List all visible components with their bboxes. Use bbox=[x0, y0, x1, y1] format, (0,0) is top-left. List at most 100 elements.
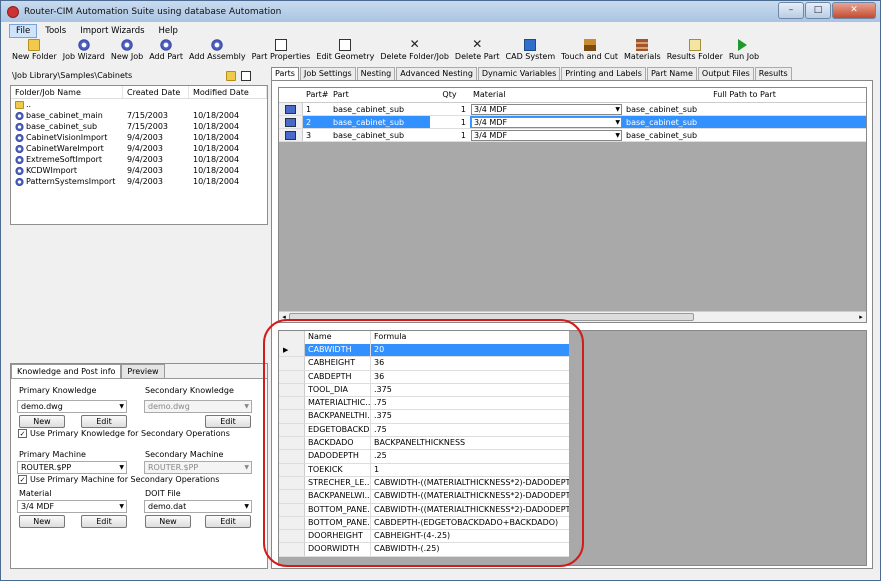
formula-cell[interactable]: CABHEIGHT-(4-.25) bbox=[371, 530, 569, 542]
qty-cell[interactable]: 1 bbox=[430, 116, 470, 128]
tab-output-files[interactable]: Output Files bbox=[697, 67, 754, 80]
job-wizard-button[interactable]: Job Wizard bbox=[60, 39, 108, 61]
variable-name-cell[interactable]: BACKPANELTHI... bbox=[305, 410, 371, 423]
material-select[interactable]: 3/4 MDF bbox=[471, 104, 622, 115]
add-part-button[interactable]: Add Part bbox=[146, 39, 186, 61]
table-row[interactable]: CABHEIGHT 36 bbox=[279, 357, 569, 371]
maximize-button[interactable]: □ bbox=[805, 2, 831, 19]
tab-knowledge-post-info[interactable]: Knowledge and Post info bbox=[11, 364, 122, 378]
column-qty[interactable]: Qty bbox=[430, 88, 470, 102]
scroll-left-icon[interactable]: ◂ bbox=[279, 312, 289, 322]
use-primary-knowledge-checkbox[interactable]: ✓ Use Primary Knowledge for Secondary Ope… bbox=[18, 429, 230, 438]
new-job-button[interactable]: New Job bbox=[108, 39, 146, 61]
table-row[interactable]: BACKPANELTHI... .375 bbox=[279, 410, 569, 424]
scroll-right-icon[interactable]: ▸ bbox=[856, 312, 866, 322]
add-assembly-button[interactable]: Add Assembly bbox=[186, 39, 249, 61]
table-row[interactable]: STRECHER_LE... CABWIDTH-((MATERIALTHICKNE… bbox=[279, 476, 569, 491]
column-modified-date[interactable]: Modified Date bbox=[189, 86, 267, 98]
variable-name-cell[interactable]: BOTTOM_PANE... bbox=[305, 516, 371, 530]
scroll-thumb[interactable] bbox=[289, 313, 694, 321]
variable-name-cell[interactable]: CABHEIGHT bbox=[305, 357, 371, 370]
table-row[interactable]: DOORWIDTH CABWIDTH-(.25) bbox=[279, 543, 569, 557]
formula-cell[interactable]: 20 bbox=[371, 344, 569, 357]
row-indicator[interactable] bbox=[279, 516, 305, 530]
list-item[interactable]: base_cabinet_main 7/15/2003 10/18/2004 bbox=[11, 110, 267, 121]
formula-cell[interactable]: .375 bbox=[371, 384, 569, 396]
list-item[interactable]: ExtremeSoftImport 9/4/2003 10/18/2004 bbox=[11, 154, 267, 165]
variable-name-cell[interactable]: CABDEPTH bbox=[305, 370, 371, 383]
column-name[interactable]: Name bbox=[305, 331, 371, 344]
variable-name-cell[interactable]: BACKPANELWI... bbox=[305, 490, 371, 503]
list-item[interactable]: CabinetVisionImport 9/4/2003 10/18/2004 bbox=[11, 132, 267, 143]
table-row[interactable]: TOOL_DIA .375 bbox=[279, 383, 569, 398]
tab-preview[interactable]: Preview bbox=[121, 364, 165, 378]
variable-name-cell[interactable]: CABWIDTH bbox=[305, 344, 371, 357]
materials-button[interactable]: Materials bbox=[621, 39, 664, 61]
variable-name-cell[interactable]: TOEKICK bbox=[305, 463, 371, 476]
table-row[interactable]: MATERIALTHIC... .75 bbox=[279, 397, 569, 411]
table-row[interactable]: BACKPANELWI... CABWIDTH-((MATERIALTHICKNE… bbox=[279, 490, 569, 504]
new-knowledge-button[interactable]: New bbox=[19, 415, 65, 428]
variable-name-cell[interactable]: BOTTOM_PANE... bbox=[305, 503, 371, 516]
edit-secondary-knowledge-button[interactable]: Edit bbox=[205, 415, 251, 428]
row-indicator[interactable] bbox=[279, 437, 305, 450]
tab-nesting[interactable]: Nesting bbox=[356, 67, 396, 80]
column-folder-job-name[interactable]: Folder/Job Name bbox=[11, 86, 123, 98]
menu-import-wizards[interactable]: Import Wizards bbox=[74, 25, 150, 37]
formula-cell[interactable]: BACKPANELTHICKNESS bbox=[371, 437, 569, 449]
edit-knowledge-button[interactable]: Edit bbox=[81, 415, 127, 428]
variable-name-cell[interactable]: DOORWIDTH bbox=[305, 543, 371, 556]
new-doit-button[interactable]: New bbox=[145, 515, 191, 528]
row-indicator[interactable] bbox=[279, 423, 305, 437]
row-indicator[interactable] bbox=[279, 410, 305, 423]
table-row[interactable]: BOTTOM_PANE... CABDEPTH-(EDGETOBACKDADO+B… bbox=[279, 516, 569, 531]
tab-job-settings[interactable]: Job Settings bbox=[299, 67, 356, 80]
edit-doit-button[interactable]: Edit bbox=[205, 515, 251, 528]
row-indicator[interactable] bbox=[279, 450, 305, 463]
variable-name-cell[interactable]: DOORHEIGHT bbox=[305, 530, 371, 543]
formula-cell[interactable]: 36 bbox=[371, 371, 569, 383]
table-row[interactable]: DOORHEIGHT CABHEIGHT-(4-.25) bbox=[279, 530, 569, 544]
row-indicator[interactable] bbox=[279, 357, 305, 370]
refresh-icon[interactable] bbox=[241, 71, 251, 81]
column-created-date[interactable]: Created Date bbox=[123, 86, 189, 98]
formula-cell[interactable]: .25 bbox=[371, 450, 569, 462]
row-indicator[interactable] bbox=[279, 383, 305, 397]
column-material[interactable]: Material bbox=[470, 88, 623, 102]
menu-file[interactable]: File bbox=[9, 23, 38, 38]
formula-cell[interactable]: 1 bbox=[371, 464, 569, 476]
menu-tools[interactable]: Tools bbox=[39, 25, 72, 37]
row-indicator[interactable] bbox=[279, 530, 305, 543]
qty-cell[interactable]: 1 bbox=[430, 129, 470, 141]
menu-help[interactable]: Help bbox=[153, 25, 184, 37]
delete-folder-job-button[interactable]: ✕ Delete Folder/Job bbox=[377, 38, 452, 61]
tab-dynamic-variables[interactable]: Dynamic Variables bbox=[477, 67, 561, 80]
variable-name-cell[interactable]: MATERIALTHIC... bbox=[305, 397, 371, 410]
table-row[interactable]: BOTTOM_PANE... CABWIDTH-((MATERIALTHICKNE… bbox=[279, 503, 569, 517]
table-row[interactable]: EDGETOBACKD... .75 bbox=[279, 423, 569, 438]
formula-cell[interactable]: .375 bbox=[371, 410, 569, 422]
table-row[interactable]: CABDEPTH 36 bbox=[279, 370, 569, 384]
material-select[interactable]: 3/4 MDF bbox=[17, 500, 127, 513]
variable-name-cell[interactable]: EDGETOBACKD... bbox=[305, 423, 371, 437]
tab-results[interactable]: Results bbox=[754, 67, 792, 80]
row-indicator[interactable] bbox=[279, 476, 305, 490]
row-indicator[interactable] bbox=[279, 503, 305, 516]
run-job-button[interactable]: Run Job bbox=[726, 39, 762, 61]
tab-part-name[interactable]: Part Name bbox=[646, 67, 697, 80]
variable-name-cell[interactable]: TOOL_DIA bbox=[305, 383, 371, 397]
list-item[interactable]: PatternSystemsImport 9/4/2003 10/18/2004 bbox=[11, 176, 267, 187]
list-item[interactable]: KCDWImport 9/4/2003 10/18/2004 bbox=[11, 165, 267, 176]
variable-name-cell[interactable]: DADODEPTH bbox=[305, 450, 371, 463]
close-button[interactable]: ✕ bbox=[832, 2, 876, 19]
row-indicator[interactable] bbox=[279, 490, 305, 503]
edit-material-button[interactable]: Edit bbox=[81, 515, 127, 528]
table-row[interactable]: TOEKICK 1 bbox=[279, 463, 569, 477]
row-indicator[interactable] bbox=[279, 543, 305, 556]
parts-horizontal-scrollbar[interactable]: ◂ ▸ bbox=[279, 311, 866, 322]
material-select[interactable]: 3/4 MDF bbox=[471, 117, 622, 128]
table-row[interactable]: CABWIDTH20 bbox=[279, 344, 569, 358]
row-indicator[interactable] bbox=[279, 344, 305, 357]
new-folder-button[interactable]: New Folder bbox=[9, 39, 60, 61]
use-primary-machine-checkbox[interactable]: ✓ Use Primary Machine for Secondary Opera… bbox=[18, 475, 219, 484]
